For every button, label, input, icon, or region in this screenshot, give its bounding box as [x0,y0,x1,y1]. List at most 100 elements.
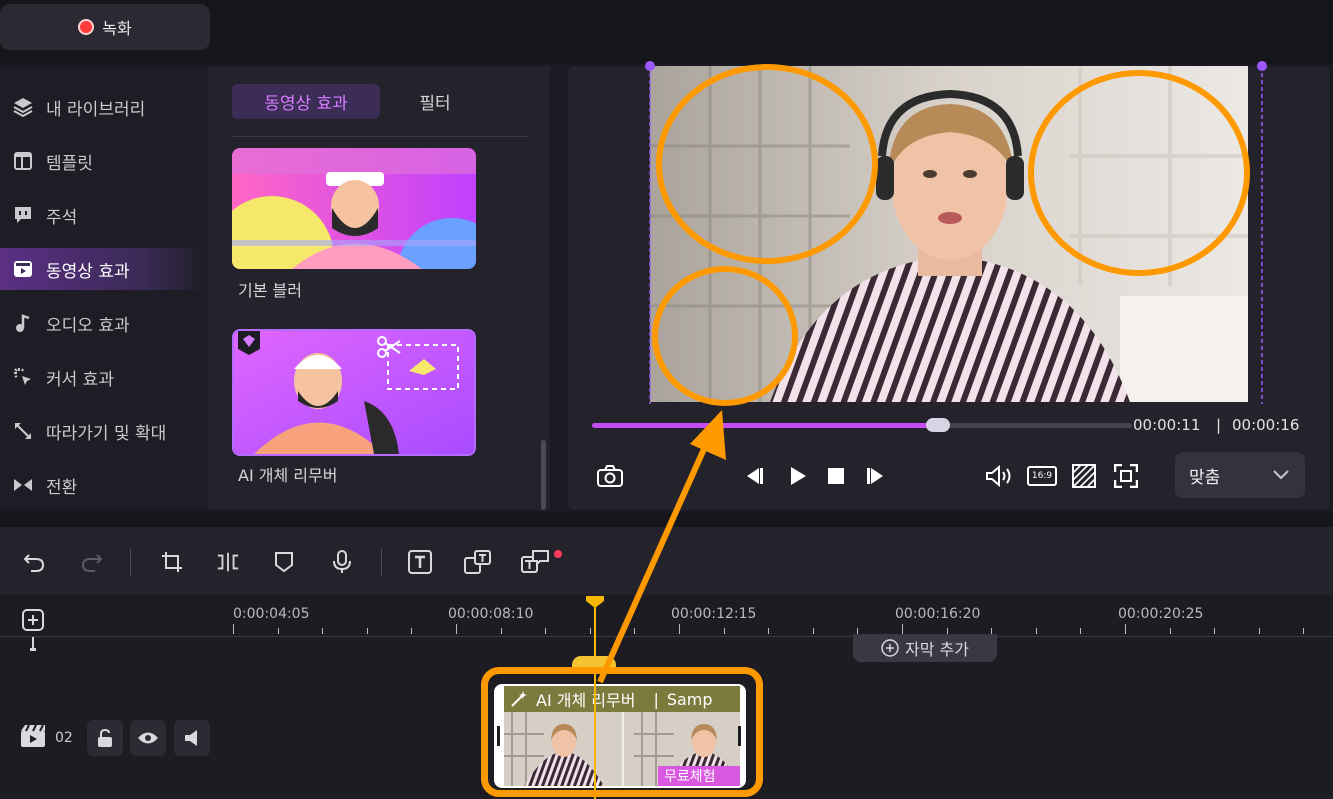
ruler-label: 00:00:08:10 [448,606,534,622]
sidebar-item-annotations[interactable]: 주석 [0,194,208,236]
effect-label: AI 개체 리무버 [238,466,338,485]
sidebar-item-label: 템플릿 [46,153,93,174]
time-separator: | [1216,416,1222,434]
chevron-down-icon [1273,470,1289,480]
ruler-tick [1170,628,1171,634]
text-icon [408,550,432,574]
annotation-circle [656,64,878,264]
tab-filter[interactable]: 필터 [400,84,470,119]
volume-button[interactable] [984,462,1016,490]
play-icon [791,467,806,485]
shield-marker-icon [275,552,293,573]
effect-thumbnail-ai-remover[interactable] [232,329,476,456]
tab-video-effects[interactable]: 동영상 효과 [232,84,380,119]
fit-dropdown[interactable]: 맞춤 [1175,452,1305,498]
current-time: 00:00:11 [1133,416,1201,434]
ruler-tick [813,628,814,634]
crop-button[interactable] [160,548,184,576]
ruler-tick [768,628,769,634]
speaker-icon [185,730,197,746]
comment-icon [12,204,34,226]
undo-icon [23,554,45,572]
video-track-icon [20,724,48,750]
stop-button[interactable] [822,462,850,490]
eye-icon [138,732,158,744]
effect-thumbnail-basic-blur[interactable] [232,148,476,269]
ruler-tick [322,628,323,634]
voiceover-button[interactable] [330,548,354,576]
step-forward-icon [867,468,883,484]
lock-track-button[interactable] [87,720,123,756]
redo-button[interactable] [80,548,104,576]
background-button[interactable] [1070,462,1098,490]
template-icon [12,150,34,172]
seek-handle[interactable] [925,418,950,432]
sidebar-item-label: 내 라이브러리 [46,99,146,120]
subtitle-button[interactable] [464,548,492,576]
ruler-label: 00:00:20:25 [1118,606,1204,622]
ruler-tick [456,624,457,634]
sidebar-item-library[interactable]: 내 라이브러리 [0,86,208,128]
sidebar-item-label: 따라가기 및 확대 [46,423,167,444]
ruler-tick [1303,628,1304,634]
sidebar-item-transitions[interactable]: 전환 [0,464,208,506]
fullscreen-button[interactable] [1112,462,1140,490]
plus-circle-icon [881,639,899,657]
sidebar-item-audio-effects[interactable]: 오디오 효과 [0,302,208,344]
toolbar-divider [381,548,382,576]
undo-button[interactable] [22,548,46,576]
add-subtitle-label: 자막 추가 [905,640,969,659]
mute-track-button[interactable] [174,720,210,756]
next-frame-button[interactable] [862,462,890,490]
record-label: 녹화 [102,19,132,38]
ruler-tick [545,628,546,634]
layers-icon [12,96,34,118]
video-effects-icon [12,258,34,280]
play-button[interactable] [784,462,812,490]
ruler-tick [501,628,502,634]
ai-text-button[interactable] [520,548,562,576]
cursor-sparkle-icon [12,366,34,388]
aspect-ratio-button[interactable]: 16:9 [1026,462,1058,490]
ruler-tick [1259,628,1260,634]
sidebar-item-label: 주석 [46,207,78,228]
text-button[interactable] [408,548,432,576]
track-height-handle[interactable] [30,636,36,652]
sidebar-item-templates[interactable]: 템플릿 [0,140,208,182]
ruler-tick [278,628,279,634]
fit-value: 맞춤 [1189,467,1221,488]
total-time: 00:00:16 [1232,416,1300,434]
visibility-track-button[interactable] [130,720,166,756]
effects-scrollbar[interactable] [541,440,546,510]
ruler-tick [367,628,368,634]
sidebar-item-video-effects[interactable]: 동영상 효과 [0,248,208,290]
expand-arrows-icon [12,420,34,442]
microphone-icon [333,550,351,573]
sidebar-item-follow-zoom[interactable]: 따라가기 및 확대 [0,410,208,452]
sidebar-item-label: 커서 효과 [46,369,114,390]
add-track-button[interactable] [22,609,44,631]
sidebar: 내 라이브러리 템플릿 주석 동영상 효과 오디오 효과 커서 효과 따라가기 … [0,66,208,510]
sidebar-item-cursor-effects[interactable]: 커서 효과 [0,356,208,398]
record-button[interactable]: 녹화 [0,4,210,50]
fullscreen-icon [1114,464,1138,488]
stop-icon [828,468,844,484]
annotation-circle [1028,70,1250,276]
subtitle-icon [464,550,491,574]
annotation-arrow-icon [597,410,726,684]
marker-button[interactable] [272,548,296,576]
speaker-icon [986,465,1011,487]
ruler-tick [411,628,412,634]
ruler-label: 00:00:16:20 [895,606,981,622]
sidebar-item-label: 전환 [46,477,78,498]
sidebar-item-label: 오디오 효과 [46,315,130,336]
add-subtitle-button[interactable]: 자막 추가 [853,634,997,662]
text-bubble-icon [521,550,549,573]
notification-dot [554,550,562,558]
split-button[interactable] [216,548,240,576]
ruler-label: 0:00:04:05 [233,606,310,622]
crop-icon [162,552,182,572]
ruler-tick [902,624,903,634]
track-number: 02 [55,730,73,746]
aspect-ratio-label: 16:9 [1031,471,1053,481]
